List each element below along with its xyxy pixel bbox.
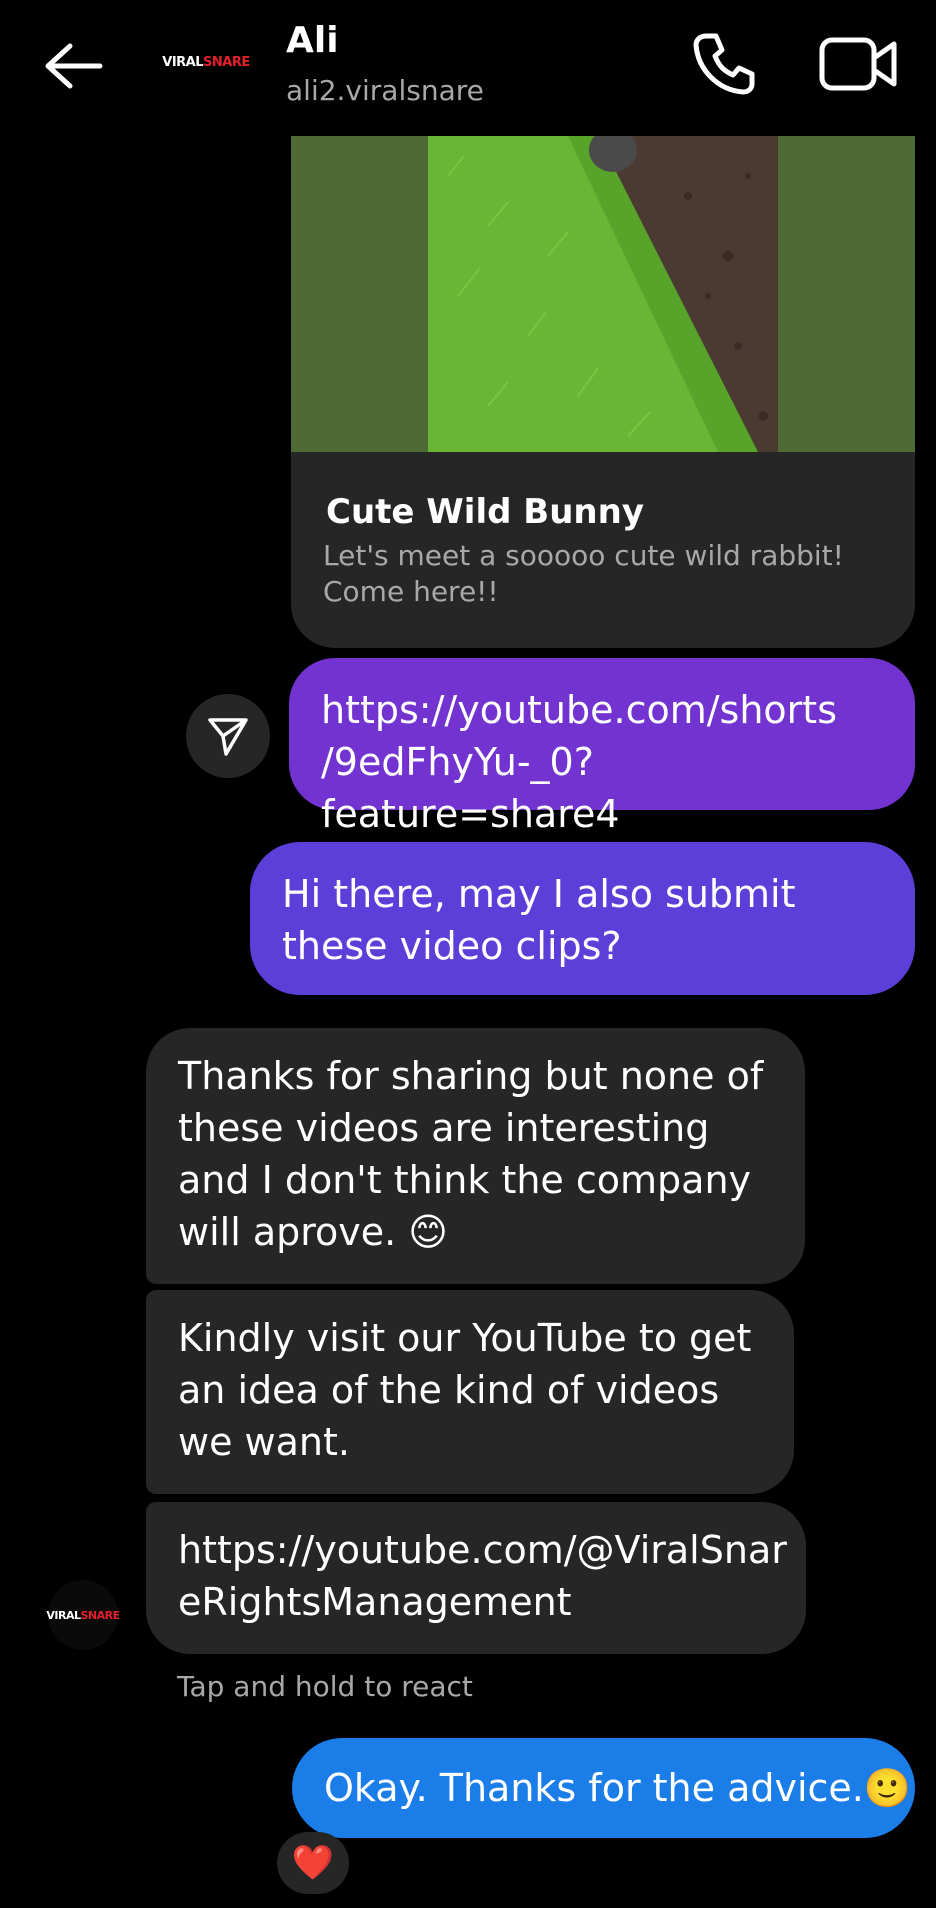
contact-username[interactable]: ali2.viralsnare — [286, 74, 484, 107]
preview-title: Cute Wild Bunny — [326, 492, 644, 532]
heart-icon: ❤️ — [291, 1843, 335, 1883]
preview-description: Let's meet a sooooo cute wild rabbit! Co… — [323, 539, 844, 608]
viralsnare-logo: VIRALSNARE — [162, 54, 250, 70]
outgoing-message[interactable]: Hi there, may I also submit these video … — [250, 842, 915, 995]
sender-avatar[interactable]: VIRALSNARE — [46, 1580, 120, 1650]
heart-reaction[interactable]: ❤️ — [277, 1832, 349, 1894]
contact-name[interactable]: Ali — [286, 20, 339, 61]
incoming-message[interactable]: Kindly visit our YouTube to get an idea … — [146, 1290, 794, 1494]
outgoing-message-link[interactable]: https://youtube.com/shorts /9edFhyYu-_0?… — [289, 658, 915, 836]
video-thumbnail — [291, 136, 915, 452]
chat-header: VIRALSNARE Ali ali2.viralsnare — [0, 0, 936, 136]
voice-call-button[interactable] — [688, 28, 760, 100]
avatar[interactable]: VIRALSNARE — [158, 28, 254, 96]
video-camera-icon — [819, 37, 897, 91]
arrow-left-icon — [45, 43, 103, 89]
send-icon — [208, 718, 248, 756]
back-button[interactable] — [40, 40, 104, 92]
outgoing-message[interactable]: Okay. Thanks for the advice.🙂 — [292, 1738, 915, 1838]
incoming-message-link[interactable]: https://youtube.com/@ViralSnar eRightsMa… — [146, 1502, 806, 1654]
react-hint: Tap and hold to react — [177, 1670, 473, 1703]
video-preview-card[interactable]: Cute Wild Bunny Let's meet a sooooo cute… — [291, 136, 915, 648]
phone-icon — [693, 33, 755, 95]
viralsnare-logo: VIRALSNARE — [46, 1608, 120, 1622]
thumbnail-image — [428, 136, 778, 452]
incoming-message[interactable]: Thanks for sharing but none of these vid… — [146, 1028, 805, 1284]
share-button[interactable] — [186, 694, 270, 778]
video-call-button[interactable] — [816, 28, 900, 100]
